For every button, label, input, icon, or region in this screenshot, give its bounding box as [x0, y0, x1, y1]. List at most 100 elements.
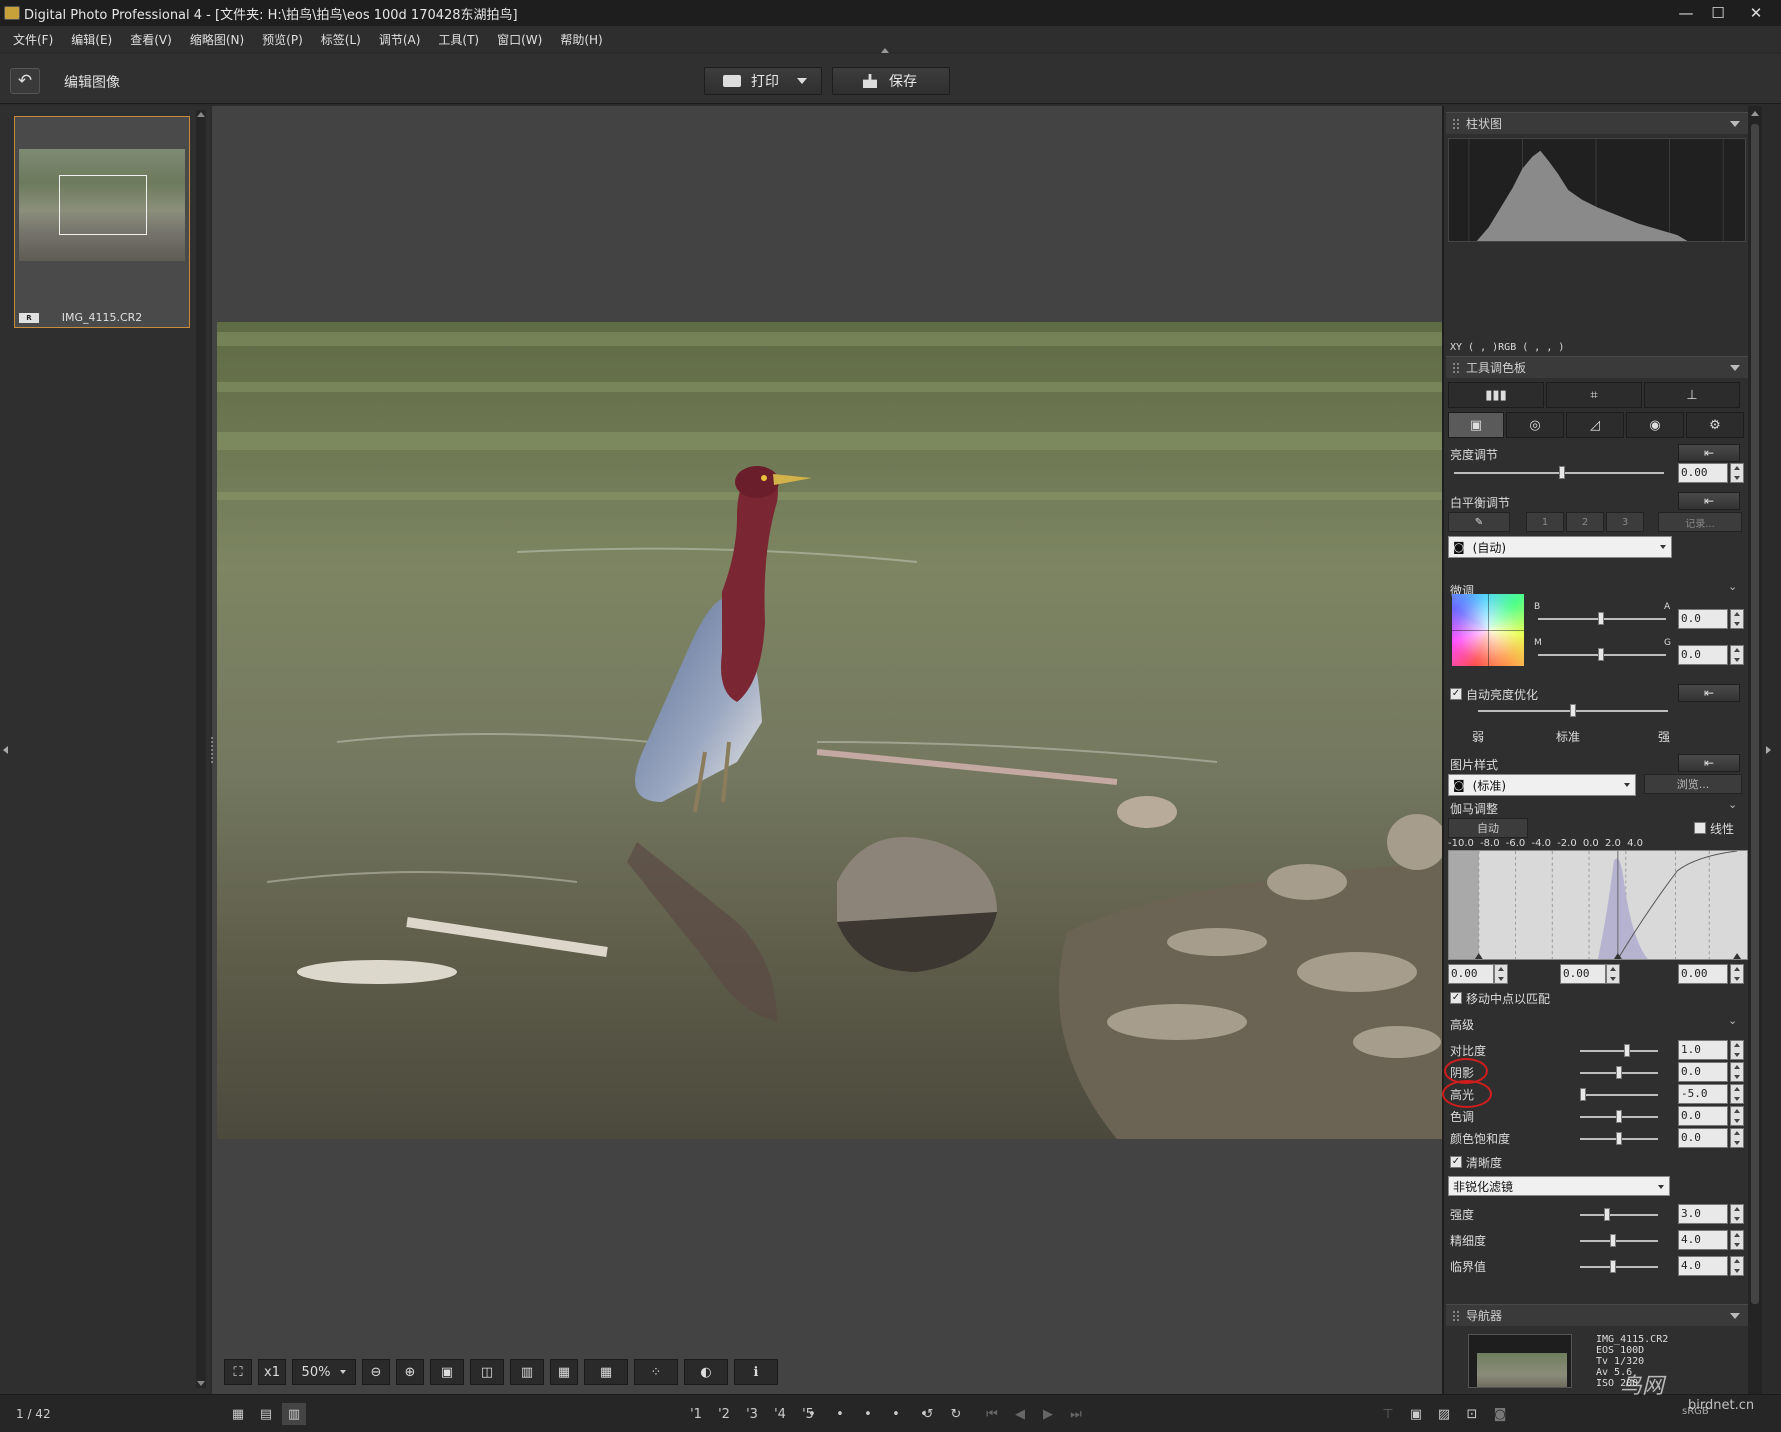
- scrollbar-thumb[interactable]: [1751, 124, 1759, 1304]
- close-button[interactable]: ✕: [1738, 0, 1774, 26]
- menu-view[interactable]: 查看(V): [121, 31, 181, 48]
- wb-register-button[interactable]: 记录...: [1658, 512, 1742, 532]
- zoom-100-button[interactable]: x1: [258, 1359, 286, 1385]
- shadow-value[interactable]: 0.0: [1678, 1062, 1728, 1082]
- star-4-icon[interactable]: •: [884, 1403, 908, 1425]
- gamma-mid-spinner[interactable]: [1606, 964, 1620, 984]
- navigator-header[interactable]: 导航器: [1446, 1304, 1748, 1326]
- info-icon[interactable]: ℹ: [734, 1359, 778, 1385]
- scroll-up-icon[interactable]: [197, 112, 205, 117]
- menu-preview[interactable]: 预览(P): [253, 31, 312, 48]
- saturation-spinner[interactable]: [1730, 1128, 1744, 1148]
- menu-edit[interactable]: 编辑(E): [62, 31, 121, 48]
- zoom-out-icon[interactable]: ⊖: [362, 1359, 390, 1385]
- gamma-graph[interactable]: [1448, 850, 1748, 960]
- fineness-slider[interactable]: [1580, 1234, 1658, 1247]
- basic-tab-icon[interactable]: ▣: [1448, 412, 1504, 438]
- sharpness-filter-select[interactable]: 非锐化滤镜: [1448, 1176, 1670, 1196]
- crop-mode-tab[interactable]: ⌗: [1546, 382, 1642, 408]
- star-1-icon[interactable]: •: [800, 1403, 824, 1425]
- rating-4-button[interactable]: '4: [768, 1403, 792, 1425]
- save-button[interactable]: 保存: [832, 67, 950, 95]
- fineness-spinner[interactable]: [1730, 1230, 1744, 1250]
- first-image-icon[interactable]: ⏮: [980, 1403, 1004, 1425]
- sharpness-checkbox[interactable]: ✓: [1450, 1156, 1462, 1168]
- camera-icon[interactable]: ◙: [1488, 1403, 1512, 1425]
- color-tone-spinner[interactable]: [1730, 1106, 1744, 1126]
- blue-amber-value[interactable]: 0.0: [1678, 609, 1728, 629]
- navigator-collapse-icon[interactable]: [1730, 1313, 1740, 1319]
- color-tone-knob[interactable]: [1616, 1110, 1622, 1123]
- gamma-black-spinner[interactable]: [1494, 964, 1508, 984]
- thumbnail-img-4115[interactable]: R IMG_4115.CR2: [14, 116, 190, 328]
- menu-adjust[interactable]: 调节(A): [370, 31, 430, 48]
- menu-help[interactable]: 帮助(H): [551, 31, 611, 48]
- contrast-value[interactable]: 1.0: [1678, 1040, 1728, 1060]
- alo-knob[interactable]: [1570, 704, 1576, 717]
- layout-icon[interactable]: ▦: [550, 1359, 578, 1385]
- star-3-icon[interactable]: •: [856, 1403, 880, 1425]
- back-button[interactable]: ↶: [10, 68, 40, 94]
- scroll-up-icon[interactable]: [1751, 111, 1759, 116]
- shadow-spinner[interactable]: [1730, 1062, 1744, 1082]
- color-tone-slider[interactable]: [1580, 1110, 1658, 1123]
- wb-slot-1-button[interactable]: 1: [1526, 512, 1564, 532]
- print-dropdown-icon[interactable]: [797, 78, 807, 84]
- drag-handle-icon[interactable]: [1452, 1309, 1460, 1322]
- histogram-toggle-icon[interactable]: ▨: [1432, 1403, 1456, 1425]
- advanced-expand-icon[interactable]: ⌄: [1728, 1014, 1740, 1027]
- filmstrip-scrollbar[interactable]: [196, 110, 206, 1388]
- highlight-warning-icon[interactable]: ◐: [684, 1359, 728, 1385]
- alo-slider[interactable]: [1478, 704, 1668, 717]
- wb-slot-3-button[interactable]: 3: [1606, 512, 1644, 532]
- tool-palette-header[interactable]: 工具调色板: [1446, 356, 1748, 378]
- navigator-toggle-icon[interactable]: ⊡: [1460, 1403, 1484, 1425]
- alo-reset-button[interactable]: ⇤: [1678, 684, 1740, 702]
- saturation-slider[interactable]: [1580, 1132, 1658, 1145]
- magenta-green-spinner[interactable]: [1730, 645, 1744, 665]
- tool-palette-icon[interactable]: ▣: [1404, 1403, 1428, 1425]
- single-view-icon[interactable]: ▣: [430, 1359, 464, 1385]
- thumbnail-view-icon[interactable]: ▦: [226, 1403, 250, 1425]
- strength-knob[interactable]: [1604, 1208, 1610, 1221]
- right-panel-scrollbar[interactable]: [1748, 106, 1762, 1394]
- magenta-green-value[interactable]: 0.0: [1678, 645, 1728, 665]
- brightness-spinner[interactable]: [1730, 463, 1744, 483]
- magenta-green-slider[interactable]: [1538, 648, 1666, 661]
- color-tone-value[interactable]: 0.0: [1678, 1106, 1728, 1126]
- gamma-mid-value[interactable]: 0.00: [1560, 964, 1606, 984]
- brightness-value[interactable]: 0.00: [1678, 463, 1728, 483]
- levels-icon[interactable]: ⊤: [1376, 1403, 1400, 1425]
- blue-amber-slider[interactable]: [1538, 612, 1666, 625]
- compare-view-icon[interactable]: ◫: [470, 1359, 504, 1385]
- brightness-slider-knob[interactable]: [1559, 466, 1565, 479]
- gamma-auto-button[interactable]: 自动: [1448, 818, 1528, 838]
- highlight-slider[interactable]: [1580, 1088, 1658, 1101]
- white-balance-select[interactable]: ◙ (自动): [1448, 536, 1672, 558]
- menu-tools[interactable]: 工具(T): [429, 31, 488, 48]
- highlight-spinner[interactable]: [1730, 1084, 1744, 1104]
- gamma-expand-icon[interactable]: ⌄: [1728, 798, 1740, 811]
- contrast-knob[interactable]: [1624, 1044, 1630, 1057]
- color-wheel[interactable]: [1452, 594, 1524, 666]
- picture-style-reset-button[interactable]: ⇤: [1678, 754, 1740, 772]
- main-photo[interactable]: [217, 322, 1442, 1139]
- gamma-white-value[interactable]: 0.00: [1678, 964, 1728, 984]
- move-midpoint-checkbox[interactable]: ✓: [1450, 992, 1462, 1004]
- linear-checkbox[interactable]: [1694, 822, 1706, 834]
- detail-tab-icon[interactable]: ◎: [1506, 412, 1564, 438]
- threshold-value[interactable]: 4.0: [1678, 1256, 1728, 1276]
- tone-curve-tab-icon[interactable]: ◿: [1566, 412, 1624, 438]
- histogram-header[interactable]: 柱状图: [1446, 112, 1748, 134]
- picture-style-browse-button[interactable]: 浏览...: [1644, 774, 1742, 794]
- gamma-black-value[interactable]: 0.00: [1448, 964, 1494, 984]
- maximize-button[interactable]: ☐: [1700, 0, 1736, 26]
- adjust-mode-tab[interactable]: ▮▮▮: [1448, 382, 1544, 408]
- highlight-knob[interactable]: [1580, 1088, 1586, 1101]
- prev-image-icon[interactable]: ◀: [1008, 1403, 1032, 1425]
- print-button[interactable]: 打印: [704, 67, 822, 95]
- rating-2-button[interactable]: '2: [712, 1403, 736, 1425]
- rating-1-button[interactable]: '1: [684, 1403, 708, 1425]
- tool-palette-collapse-icon[interactable]: [1730, 365, 1740, 371]
- gamma-white-spinner[interactable]: [1730, 964, 1744, 984]
